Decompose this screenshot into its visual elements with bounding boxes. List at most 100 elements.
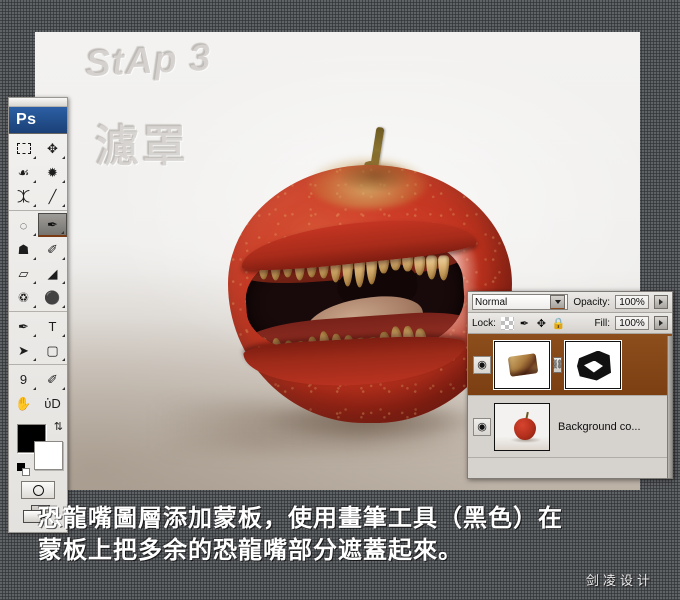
crop-tool[interactable]: ⯰	[9, 184, 38, 208]
mask-shape-art	[577, 351, 611, 381]
opacity-slider-arrow-icon[interactable]	[654, 295, 668, 309]
default-colors-icon[interactable]	[17, 463, 30, 476]
eraser-tool[interactable]: ▱	[9, 261, 38, 285]
dinosaur-mouth-thumb-art	[508, 353, 539, 377]
lasso-tool[interactable]: ☙	[9, 160, 38, 184]
photoshop-toolbar[interactable]: Ps ✥ ☙ ✹ ⯰ ╱ ◌ ✒ ☗ ✐ ▱ ◢ ♽ ⚫ ✒ T ➤ ▢ ὜9 ✐ ✋ ὐD ⇅	[8, 97, 68, 533]
tool-flyout-indicator-icon[interactable]	[33, 387, 36, 390]
tool-flyout-indicator-icon[interactable]	[62, 387, 65, 390]
history-brush-tool[interactable]: ✐	[38, 237, 67, 261]
opacity-value[interactable]: 100%	[615, 295, 649, 309]
eye-icon[interactable]: ◉	[473, 418, 491, 436]
caption-line-1: 恐龍嘴圖層添加蒙板，使用畫筆工具（黑色）在	[38, 503, 646, 535]
caption-text: 恐龍嘴圖層添加蒙板，使用畫筆工具（黑色）在 蒙板上把多余的恐龍嘴部分遮蓋起來。	[0, 500, 680, 567]
tool-flyout-indicator-icon[interactable]	[33, 334, 36, 337]
tool-flyout-indicator-icon[interactable]	[33, 180, 36, 183]
eye-icon[interactable]: ◉	[473, 356, 491, 374]
blend-opacity-row: Normal Opacity: 100%	[468, 292, 672, 313]
layer-mask-thumbnail[interactable]	[565, 341, 621, 389]
rounded-rect-icon: ▢	[46, 344, 58, 357]
toolbar-row: ➤ ▢	[9, 338, 67, 362]
photoshop-logo: Ps	[9, 107, 67, 134]
tool-flyout-indicator-icon[interactable]	[62, 180, 65, 183]
tool-flyout-indicator-icon[interactable]	[33, 204, 36, 207]
gradient-tool[interactable]: ◢	[38, 261, 67, 285]
rectangular-marquee-tool[interactable]	[9, 136, 38, 160]
brush-icon: ✒	[47, 218, 58, 231]
eyedropper-icon: ✐	[47, 373, 58, 386]
stamp-icon: ☗	[18, 243, 30, 256]
eyedropper-tool[interactable]: ✐	[38, 367, 67, 391]
tool-flyout-indicator-icon[interactable]	[33, 233, 36, 236]
toolbar-group-retouch-paint-tools: ◌ ✒ ☗ ✐ ▱ ◢ ♽ ⚫	[9, 211, 67, 312]
tool-flyout-indicator-icon[interactable]	[33, 257, 36, 260]
toolbar-row: ▱ ◢	[9, 261, 67, 285]
lock-transparent-pixels-icon[interactable]	[501, 317, 514, 330]
hand-tool[interactable]: ✋	[9, 391, 38, 415]
tool-flyout-indicator-icon[interactable]	[62, 358, 65, 361]
link-icon[interactable]: ⛓	[553, 357, 562, 373]
tool-flyout-indicator-icon[interactable]	[33, 305, 36, 308]
eraser-icon: ▱	[19, 267, 29, 280]
history-brush-icon: ✐	[47, 243, 58, 256]
fill-value[interactable]: 100%	[615, 316, 649, 330]
magic-wand-tool[interactable]: ✹	[38, 160, 67, 184]
tool-flyout-indicator-icon[interactable]	[61, 231, 64, 234]
knife-icon: ╱	[49, 190, 57, 203]
layer-name: Background co...	[558, 421, 641, 433]
lock-image-pixels-icon[interactable]: ✒	[518, 317, 531, 330]
path-selection-tool[interactable]: ➤	[9, 338, 38, 362]
magnifier-icon: ὐD	[44, 397, 61, 410]
tool-flyout-indicator-icon[interactable]	[33, 358, 36, 361]
layer-thumbnail[interactable]	[494, 341, 550, 389]
tool-flyout-indicator-icon[interactable]	[62, 334, 65, 337]
lock-fill-row: Lock: ✒ ✥ 🔒 Fill: 100%	[468, 313, 672, 334]
tool-flyout-indicator-icon[interactable]	[33, 156, 36, 159]
background-color-swatch[interactable]	[34, 441, 63, 470]
notes-tool[interactable]: ὜9	[9, 367, 38, 391]
layer-row[interactable]: ◉ Background co...	[468, 396, 672, 458]
lock-position-icon[interactable]: ✥	[535, 317, 548, 330]
move-tool[interactable]: ✥	[38, 136, 67, 160]
quick-mask-icon[interactable]	[21, 481, 55, 499]
blend-mode-select[interactable]: Normal	[472, 294, 568, 310]
tool-flyout-indicator-icon[interactable]	[62, 257, 65, 260]
pen-tool[interactable]: ✒	[9, 314, 38, 338]
tool-flyout-indicator-icon[interactable]	[62, 204, 65, 207]
fill-slider-arrow-icon[interactable]	[654, 316, 668, 330]
layer-list[interactable]: ◉ ⛓ ◉ Background co...	[468, 334, 672, 478]
toolbar-row: ⯰ ╱	[9, 184, 67, 208]
dodge-icon: ⚫	[44, 291, 60, 304]
lock-all-icon[interactable]: 🔒	[552, 317, 565, 330]
healing-brush-tool[interactable]: ◌	[9, 213, 38, 237]
shape-tool[interactable]: ▢	[38, 338, 67, 362]
tool-flyout-indicator-icon[interactable]	[62, 305, 65, 308]
tool-flyout-indicator-icon[interactable]	[62, 281, 65, 284]
apple-stem-dimple	[340, 163, 410, 191]
layers-scrollbar[interactable]	[667, 336, 672, 478]
toolbar-row: ὜9 ✐	[9, 367, 67, 391]
layer-thumbnail[interactable]	[494, 403, 550, 451]
thumb-apple	[514, 418, 536, 440]
dodge-tool[interactable]: ⚫	[38, 285, 67, 309]
toolbar-row: ✥	[9, 136, 67, 160]
tool-flyout-indicator-icon[interactable]	[62, 156, 65, 159]
clone-stamp-tool[interactable]: ☗	[9, 237, 38, 261]
zoom-tool[interactable]: ὐD	[38, 391, 67, 415]
layer-row[interactable]: ◉ ⛓	[468, 334, 672, 396]
color-swatches[interactable]: ⇅	[17, 422, 61, 476]
move-icon: ✥	[47, 142, 58, 155]
slice-tool[interactable]: ╱	[38, 184, 67, 208]
blur-tool[interactable]: ♽	[9, 285, 38, 309]
watermark: 剑凌设计	[586, 570, 654, 589]
toolbar-drag-handle[interactable]	[9, 98, 67, 107]
quick-mask-row[interactable]	[9, 478, 67, 502]
tool-flyout-indicator-icon[interactable]	[33, 281, 36, 284]
tooth	[414, 255, 425, 275]
swap-colors-icon[interactable]: ⇅	[54, 420, 63, 433]
brush-tool[interactable]: ✒	[38, 213, 67, 237]
type-tool[interactable]: T	[38, 314, 67, 338]
layers-panel[interactable]: Normal Opacity: 100% Lock: ✒ ✥ 🔒 Fill: 100…	[467, 291, 673, 479]
crop-icon: ⯰	[17, 190, 30, 203]
chevron-down-icon[interactable]	[550, 295, 565, 309]
